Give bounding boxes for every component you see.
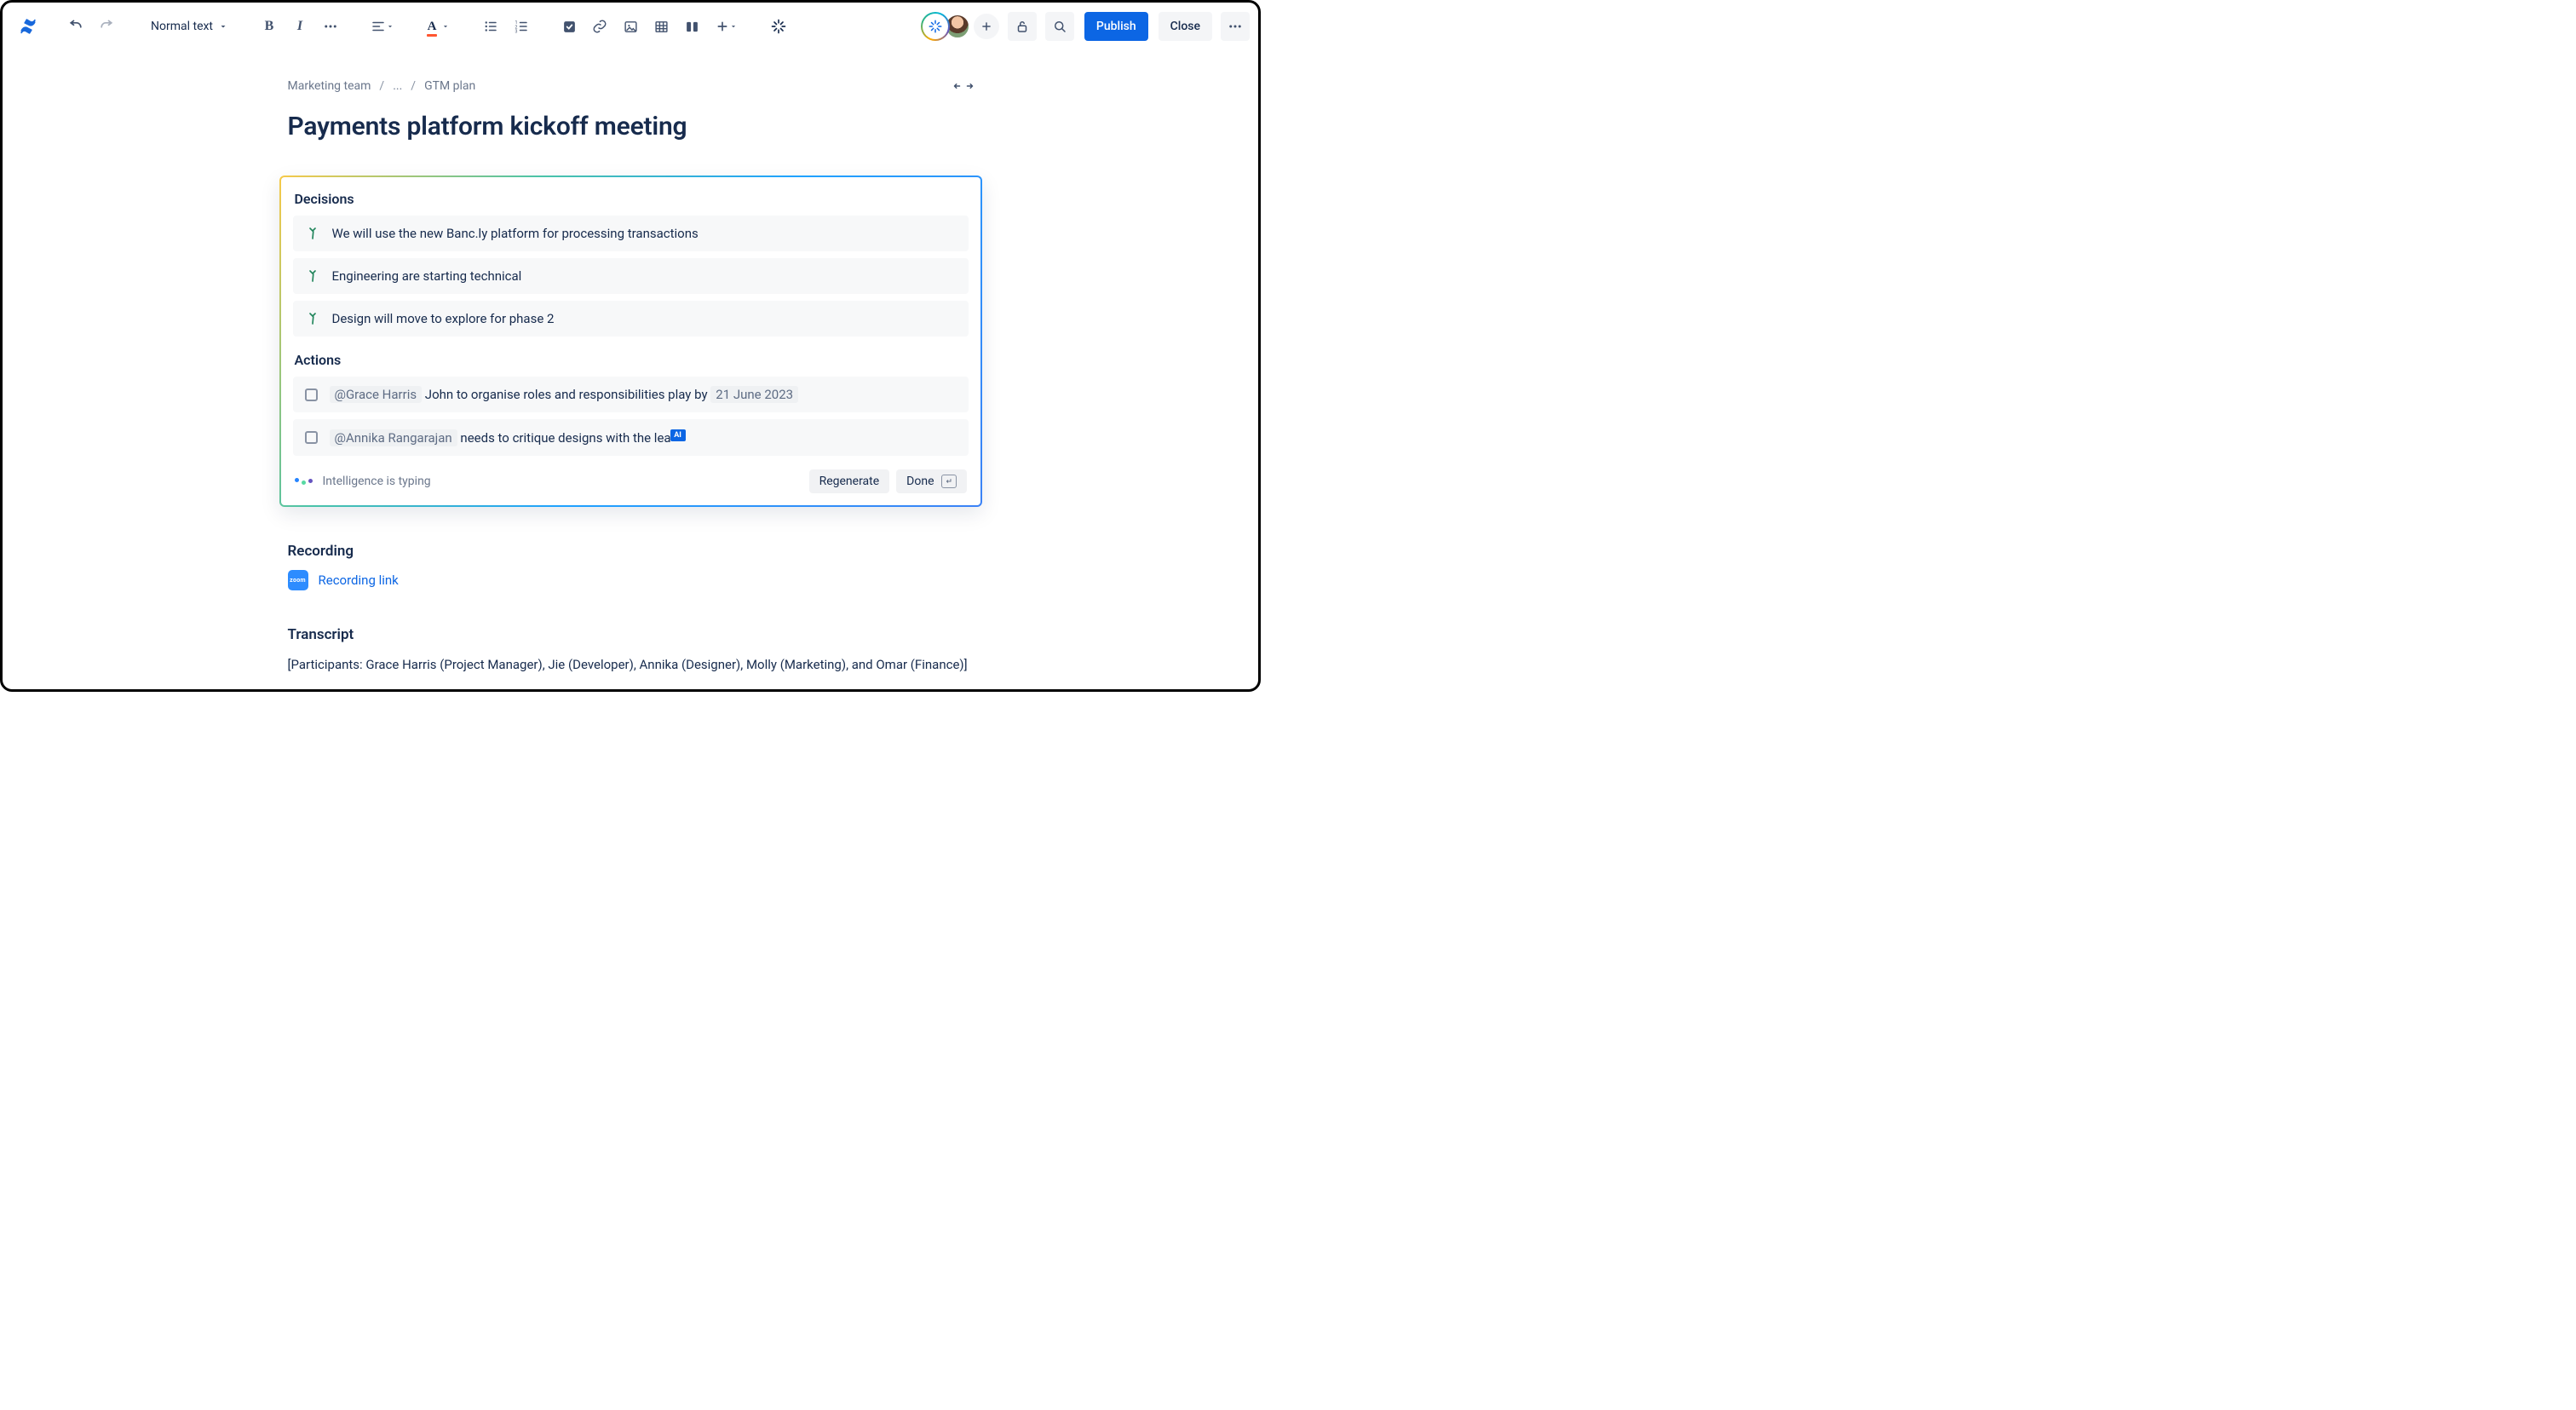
user-mention[interactable]: @Grace Harris — [330, 386, 423, 403]
text-color-dropdown[interactable]: A — [421, 13, 457, 40]
action-item: @Annika Rangarajan needs to critique des… — [293, 419, 969, 456]
ai-cursor-badge: AI — [670, 429, 686, 441]
decision-icon — [305, 226, 320, 241]
chevron-down-icon — [218, 21, 228, 32]
user-mention[interactable]: @Annika Rangarajan — [330, 429, 457, 446]
transcript-body: [Participants: Grace Harris (Project Man… — [288, 655, 974, 675]
breadcrumb-mid[interactable]: ... — [393, 79, 402, 93]
ai-avatar-icon — [921, 12, 950, 41]
loading-dots-icon — [295, 480, 313, 484]
chevron-down-icon — [729, 22, 738, 31]
redo-button[interactable] — [93, 13, 120, 40]
italic-button[interactable]: I — [286, 13, 313, 40]
invite-button[interactable] — [974, 14, 999, 39]
action-item-button[interactable] — [555, 13, 583, 40]
text-style-dropdown[interactable]: Normal text — [141, 13, 235, 40]
bold-button[interactable]: B — [256, 13, 283, 40]
insert-dropdown[interactable] — [709, 13, 745, 40]
chevron-down-icon — [441, 22, 450, 31]
date-chip[interactable]: 21 June 2023 — [710, 386, 798, 403]
ai-sparkle-button[interactable] — [765, 13, 792, 40]
more-formatting-button[interactable] — [317, 13, 344, 40]
breadcrumb-leaf[interactable]: GTM plan — [424, 79, 475, 93]
checkbox[interactable] — [305, 388, 318, 401]
decision-item: Design will move to explore for phase 2 — [293, 301, 969, 337]
ai-suggestion-panel: Decisions We will use the new Banc.ly pl… — [279, 176, 982, 507]
confluence-logo-icon[interactable] — [14, 13, 42, 40]
regenerate-button[interactable]: Regenerate — [809, 469, 890, 493]
editor-toolbar: Normal text B I A 123 — [3, 3, 1258, 50]
enter-key-icon — [941, 475, 957, 488]
decisions-heading: Decisions — [295, 191, 969, 207]
more-actions-button[interactable] — [1221, 12, 1250, 41]
link-button[interactable] — [586, 13, 613, 40]
undo-button[interactable] — [62, 13, 89, 40]
publish-button[interactable]: Publish — [1084, 12, 1148, 41]
layouts-button[interactable] — [678, 13, 705, 40]
decision-item: We will use the new Banc.ly platform for… — [293, 216, 969, 251]
restrictions-button[interactable] — [1008, 12, 1037, 41]
action-item: @Grace Harris John to organise roles and… — [293, 377, 969, 412]
table-button[interactable] — [647, 13, 675, 40]
checkbox[interactable] — [305, 431, 318, 444]
chevron-down-icon — [386, 22, 394, 31]
close-button[interactable]: Close — [1159, 12, 1212, 41]
alignment-dropdown[interactable] — [365, 13, 400, 40]
page-title[interactable]: Payments platform kickoff meeting — [288, 112, 974, 141]
transcript-heading: Transcript — [288, 626, 974, 643]
image-button[interactable] — [617, 13, 644, 40]
decision-icon — [305, 311, 320, 326]
page-width-toggle[interactable] — [953, 79, 974, 93]
presence-avatars — [921, 12, 999, 41]
ai-typing-status: Intelligence is typing — [295, 475, 431, 488]
text-style-label: Normal text — [151, 20, 213, 33]
breadcrumb-root[interactable]: Marketing team — [288, 79, 371, 93]
actions-heading: Actions — [295, 352, 969, 368]
done-button[interactable]: Done — [896, 469, 966, 493]
recording-link[interactable]: Recording link — [319, 573, 399, 588]
svg-text:3: 3 — [515, 30, 518, 35]
numbered-list-button[interactable]: 123 — [508, 13, 535, 40]
decision-item: Engineering are starting technical — [293, 258, 969, 294]
bullet-list-button[interactable] — [477, 13, 504, 40]
decision-icon — [305, 268, 320, 284]
zoom-badge-icon: zoom — [288, 570, 308, 590]
recording-heading: Recording — [288, 543, 974, 560]
search-button[interactable] — [1045, 12, 1074, 41]
breadcrumb: Marketing team / ... / GTM plan — [288, 79, 476, 93]
